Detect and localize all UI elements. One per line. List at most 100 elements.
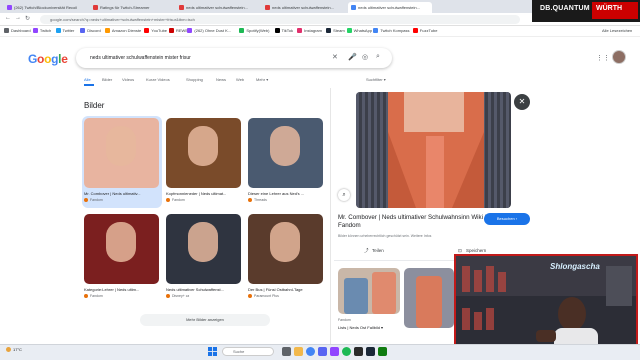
related-image-2[interactable] <box>404 268 454 328</box>
windows-start-icon[interactable] <box>208 347 217 356</box>
browser-tab[interactable]: Ratings für Twitch-Streamer <box>90 2 174 13</box>
bookmark-item[interactable]: Instagram <box>297 28 322 33</box>
image-result[interactable] <box>166 118 241 188</box>
bookmark-item[interactable]: REWE <box>169 28 188 33</box>
image-source: Fandom <box>166 198 185 202</box>
webcam-overlay <box>454 254 638 354</box>
search-tab[interactable]: Bilder <box>102 77 112 82</box>
image-source: Fandom <box>84 198 103 202</box>
camera-lens-icon[interactable]: ◎ <box>362 53 368 61</box>
bookmark-label: YouTube <box>151 28 168 33</box>
bookmark-favicon-icon <box>297 28 303 33</box>
image-source-label: Fandom <box>90 198 103 202</box>
url-field[interactable]: google.com/search?q=neds+ultimativer+sch… <box>40 15 520 24</box>
bookmark-item[interactable]: TikTok <box>274 28 293 33</box>
preview-title[interactable]: Mr. Combover | Neds ultimativer Schulwah… <box>338 214 488 230</box>
search-tab[interactable]: Alle <box>84 77 91 82</box>
taskbar-search[interactable]: Suche <box>222 347 274 356</box>
google-logo[interactable]: Google <box>28 52 68 66</box>
share-button[interactable]: Teilen <box>372 248 384 253</box>
search-input[interactable]: neds ultimativer schulwaffenstein mister… <box>90 55 191 61</box>
browser-tab[interactable]: neds ultimativer schulwaffenstein... <box>176 2 260 13</box>
image-caption[interactable]: Kategorie:Lehrer | Neds ultim... <box>84 287 158 292</box>
close-icon[interactable]: ✕ <box>514 94 530 110</box>
image-caption[interactable]: Neds ultimativer Schulwaffenst... <box>166 287 240 292</box>
back-icon[interactable]: ← <box>5 15 11 21</box>
bookmark-item[interactable]: Discord <box>80 28 101 33</box>
mic-icon[interactable]: 🎤 <box>348 53 357 61</box>
bookmark-label: Twitch <box>39 28 52 33</box>
browser-tab[interactable]: (262) Twitch/Blockuniversität Recoil <box>4 2 88 13</box>
search-icon[interactable]: ⌕ <box>376 53 380 61</box>
forward-icon[interactable]: → <box>15 15 21 21</box>
bookmark-favicon-icon <box>104 28 110 33</box>
browser-tab[interactable]: neds ultimativer schulwaffenstein... <box>348 2 432 13</box>
bookmark-favicon-icon <box>373 28 379 33</box>
image-result[interactable] <box>248 118 323 188</box>
chrome-icon[interactable] <box>306 347 315 356</box>
section-title: Bilder <box>84 101 105 110</box>
search-tab[interactable]: Kurze Videos <box>146 77 170 82</box>
bookmark-item[interactable]: FuzzTube <box>412 28 437 33</box>
search-tab[interactable]: News <box>216 77 226 82</box>
browser-tab-label: neds ultimativer schulwaffenstein... <box>358 5 420 10</box>
spotify-icon[interactable] <box>342 347 351 356</box>
obs-icon[interactable] <box>354 347 363 356</box>
lens-icon[interactable]: ⌕ <box>338 189 350 201</box>
image-result[interactable] <box>84 118 159 188</box>
reload-icon[interactable]: ↻ <box>25 15 30 22</box>
other-bookmarks[interactable]: Alle Lesezeichen <box>602 28 632 33</box>
save-button[interactable]: Speichern <box>466 248 486 253</box>
search-tab[interactable]: Shopping <box>186 77 203 82</box>
bookmark-favicon-icon <box>4 28 9 33</box>
source-favicon-icon <box>84 198 88 202</box>
clear-icon[interactable]: ✕ <box>332 53 338 61</box>
weather-icon[interactable] <box>6 347 11 352</box>
related-image-1[interactable] <box>338 268 400 314</box>
apps-grid-icon[interactable]: ⋮⋮ <box>596 54 610 62</box>
image-result[interactable] <box>166 214 241 284</box>
bookmark-item[interactable]: (262) Ohne Dust K... <box>187 28 231 33</box>
bookmark-item[interactable]: WhatsApp <box>346 28 372 33</box>
image-caption[interactable]: Der Bus | Fünsi Ostbahnl-Tage <box>248 287 322 292</box>
bookmark-favicon-icon <box>326 28 332 33</box>
steam-icon[interactable] <box>366 347 375 356</box>
visit-button[interactable]: Besuchen › <box>484 213 530 225</box>
image-result[interactable] <box>84 214 159 284</box>
browser-tab[interactable]: neds ultimativer schulwaffenstein... <box>262 2 346 13</box>
bookmark-label: REWE <box>176 28 188 33</box>
task-view-icon[interactable] <box>282 347 291 356</box>
bookmark-favicon-icon <box>346 28 352 33</box>
image-subject <box>270 222 300 262</box>
bookmark-item[interactable]: Twitch Kompass <box>373 28 410 33</box>
twitch-icon[interactable] <box>330 347 339 356</box>
bookmark-item[interactable]: Dashboard <box>4 28 31 33</box>
bookmark-label: Dashboard <box>11 28 31 33</box>
file-explorer-icon[interactable] <box>294 347 303 356</box>
source-favicon-icon <box>166 294 170 298</box>
tools-button[interactable]: Suchfilter ▾ <box>366 77 386 82</box>
bookmark-item[interactable]: YouTube <box>144 28 167 33</box>
avatar[interactable] <box>612 50 626 64</box>
image-caption[interactable]: Kopfmonnieneder | Neds ultimat... <box>166 191 240 196</box>
search-tab[interactable]: Web <box>236 77 244 82</box>
weather-text[interactable]: 17°C <box>13 347 22 352</box>
related-caption[interactable]: Lists | Neds Ost Fallbild ▾ <box>338 325 383 330</box>
bookmark-item[interactable]: Amazon Dienste <box>104 28 141 33</box>
image-subject <box>188 126 218 166</box>
more-images-button[interactable]: Mehr Bilder anzeigen <box>140 314 270 326</box>
preview-image[interactable] <box>356 92 511 208</box>
discord-icon[interactable] <box>318 347 327 356</box>
image-caption[interactable]: Dieser eine Lehrer aus Ned's ... <box>248 191 322 196</box>
image-source: Fandom <box>84 294 103 298</box>
bookmark-item[interactable]: Steam <box>326 28 345 33</box>
bookmark-item[interactable]: Twitch <box>32 28 52 33</box>
bookmark-item[interactable]: Twitter <box>55 28 74 33</box>
image-caption[interactable]: Mr. Combover | Neds ultimativ... <box>84 191 158 196</box>
share-icon[interactable]: ⤴ <box>364 248 369 254</box>
bookmark-item[interactable]: Spotify(Web) <box>239 28 269 33</box>
xbox-icon[interactable] <box>378 347 387 356</box>
search-tab[interactable]: Mehr ▾ <box>256 77 268 82</box>
search-tab[interactable]: Videos <box>122 77 134 82</box>
image-result[interactable] <box>248 214 323 284</box>
